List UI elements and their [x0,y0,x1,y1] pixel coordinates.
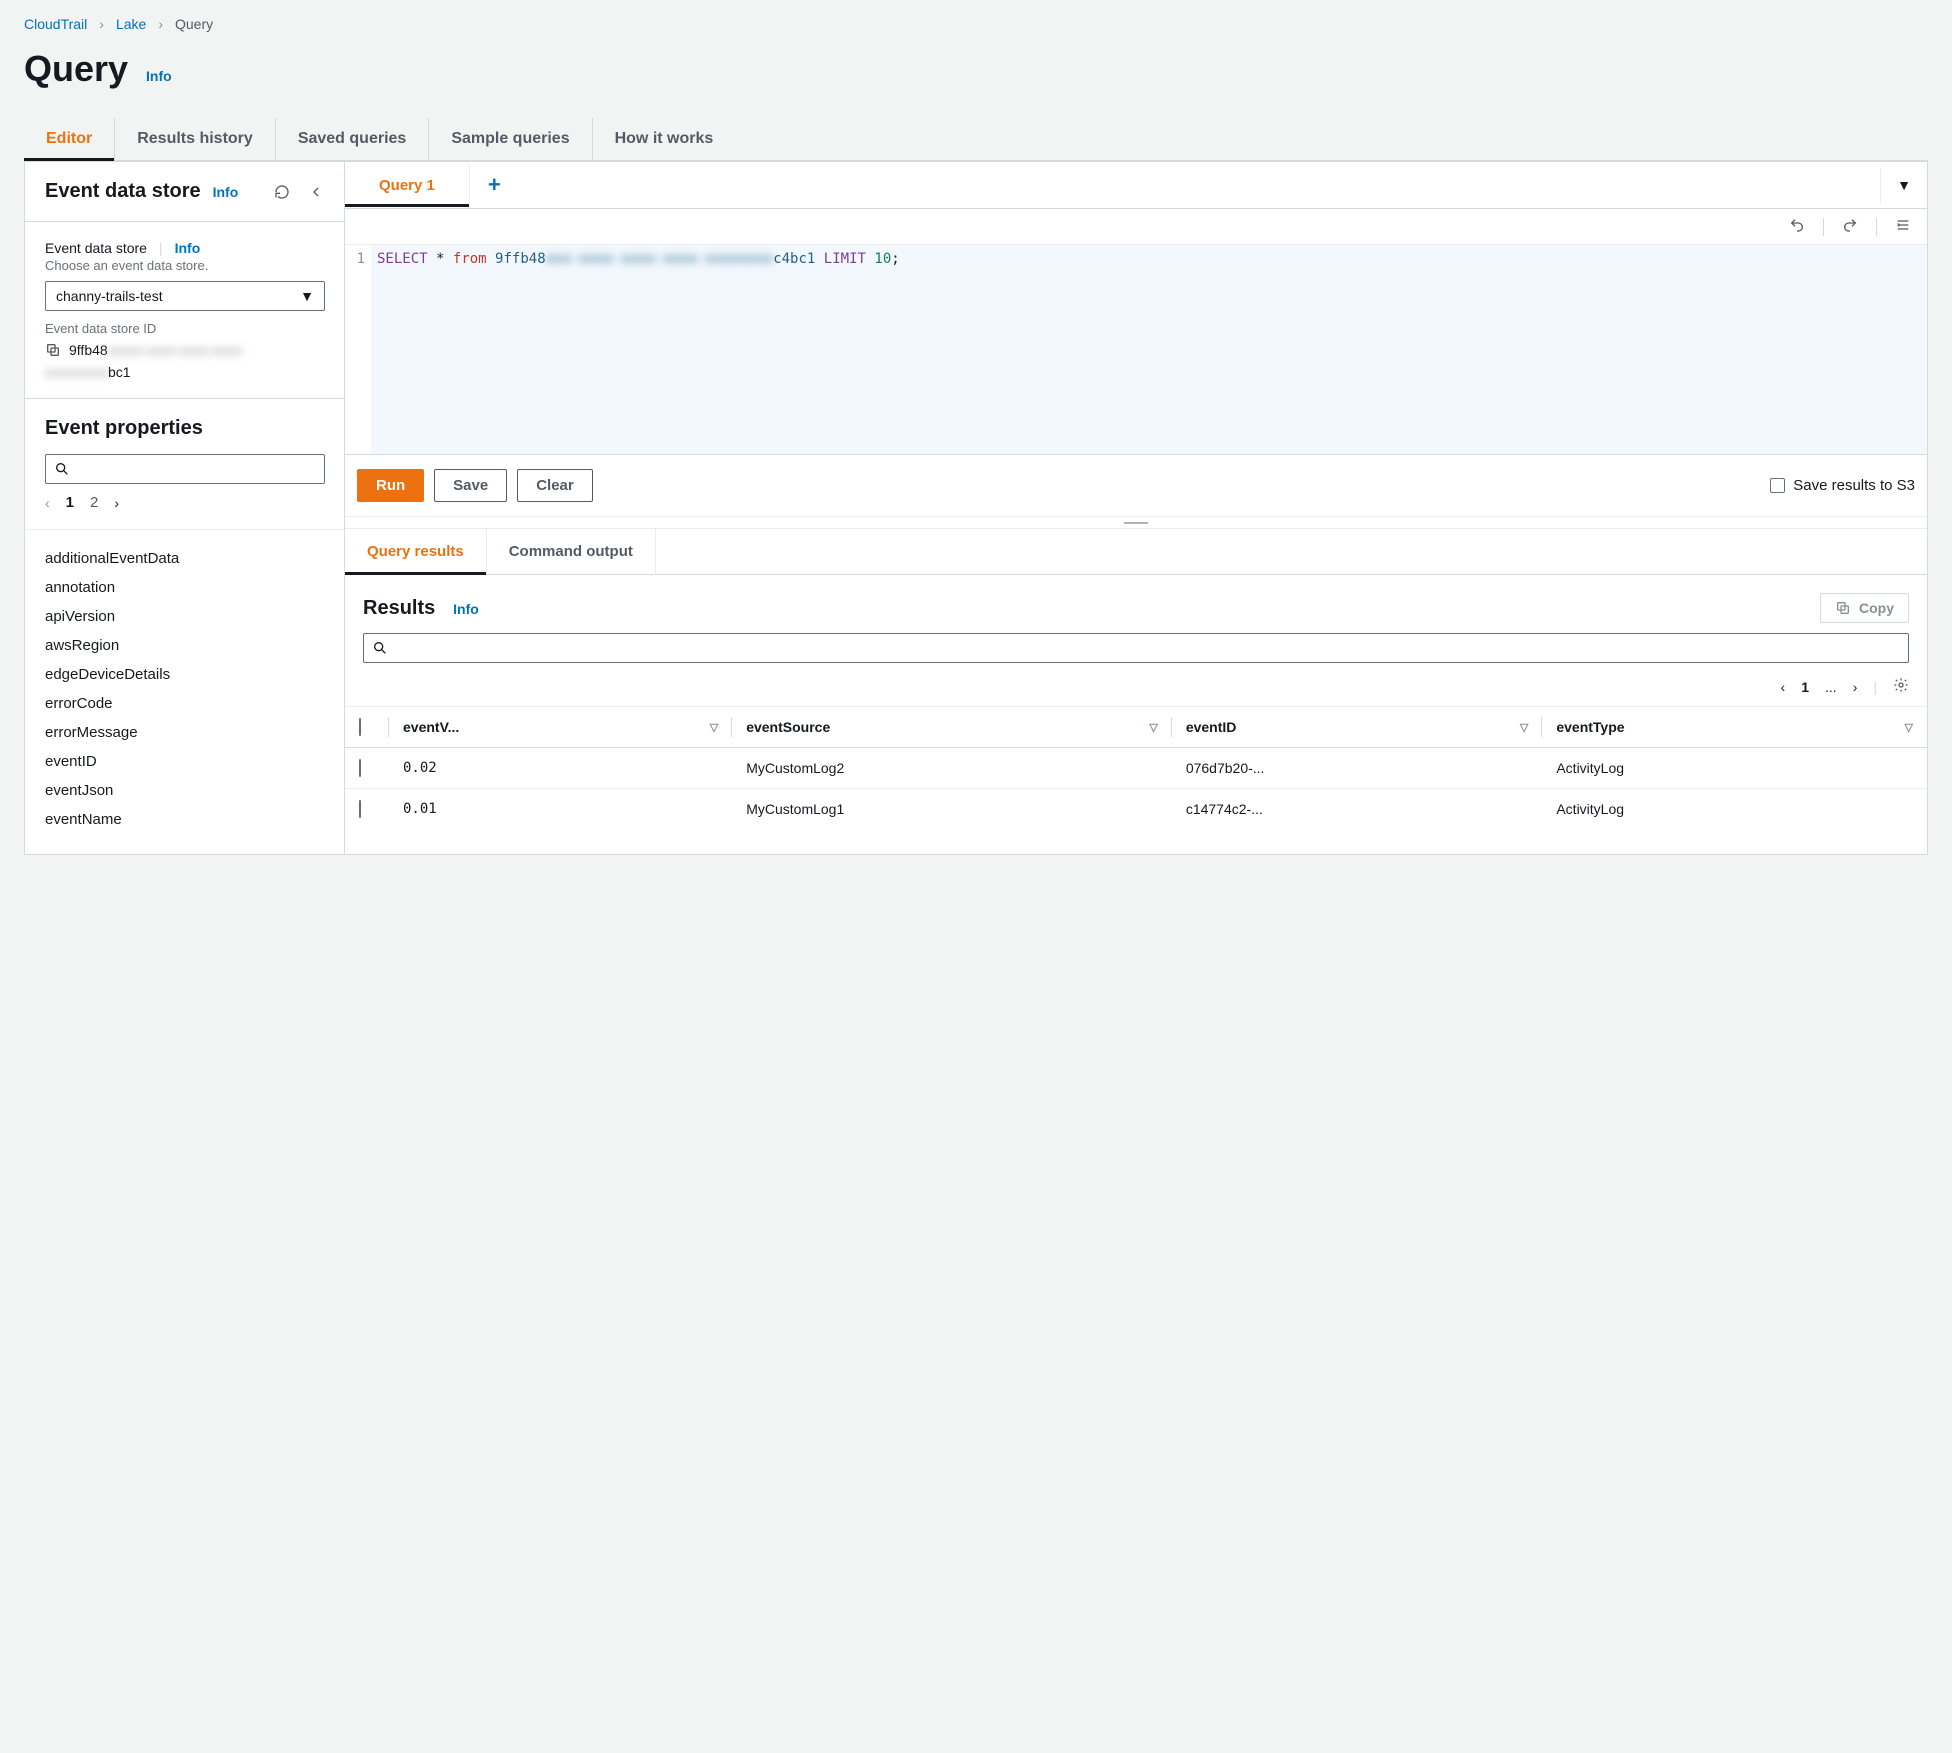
eds-select-value: channy-trails-test [56,288,163,304]
results-info-link[interactable]: Info [453,601,479,617]
cell-eventtype: ActivityLog [1542,789,1927,830]
col-eventsource[interactable]: eventSource [746,719,830,735]
prop-item[interactable]: apiVersion [45,602,324,631]
props-page-1[interactable]: 1 [66,494,74,511]
cell-eventsource: MyCustomLog1 [732,789,1172,830]
info-link[interactable]: Info [146,68,172,84]
eds-field-info[interactable]: Info [175,240,201,256]
save-s3-label: Save results to S3 [1793,477,1915,494]
clear-button[interactable]: Clear [517,469,593,502]
line-number: 1 [345,245,371,454]
collapse-all-icon[interactable]: ▼ [1880,167,1927,203]
props-list: additionalEventData annotation apiVersio… [25,529,344,854]
sql-line[interactable]: SELECT * from 9ffb48xxx-xxxx-xxxx-xxxx-x… [371,245,1927,454]
refresh-icon[interactable] [274,184,290,200]
prop-item[interactable]: awsRegion [45,631,324,660]
props-title: Event properties [45,417,324,440]
breadcrumb-current: Query [175,16,213,32]
tab-editor[interactable]: Editor [24,118,115,160]
sort-icon[interactable]: ▽ [1149,721,1157,734]
eds-id-value-line2: xxxxxxxxxbc1 [45,364,131,380]
prop-item[interactable]: edgeDeviceDetails [45,660,324,689]
breadcrumb-cloudtrail[interactable]: CloudTrail [24,16,87,32]
props-search[interactable] [45,454,325,484]
prop-item[interactable]: eventName [45,805,324,834]
eds-id-label: Event data store ID [45,321,324,336]
collapse-left-icon[interactable] [308,184,324,200]
breadcrumb: CloudTrail › Lake › Query [24,16,1928,32]
props-page-2[interactable]: 2 [90,494,98,511]
cell-eventid: c14774c2-... [1172,789,1543,830]
add-query-tab[interactable]: + [470,162,519,208]
top-tabs: Editor Results history Saved queries Sam… [24,118,1928,161]
eds-select[interactable]: channy-trails-test ▼ [45,281,325,311]
search-icon [54,461,70,477]
sql-editor[interactable]: 1 SELECT * from 9ffb48xxx-xxxx-xxxx-xxxx… [345,245,1927,455]
copy-button[interactable]: Copy [1820,593,1909,623]
props-search-input[interactable] [78,461,316,477]
search-icon [372,640,388,656]
results-table: eventV... ▽ eventSource ▽ eventID ▽ eventTy… [345,706,1927,829]
prop-item[interactable]: annotation [45,573,324,602]
row-checkbox[interactable] [359,800,361,818]
breadcrumb-lake[interactable]: Lake [116,16,146,32]
cell-eventtype: ActivityLog [1542,748,1927,789]
cell-eventid: 076d7b20-... [1172,748,1543,789]
format-indent-icon[interactable] [1895,217,1911,236]
chevron-right-icon: › [99,16,104,32]
tab-command-output[interactable]: Command output [487,529,656,574]
select-all-checkbox[interactable] [359,718,361,736]
col-eventid[interactable]: eventID [1186,719,1237,735]
prop-item[interactable]: eventJson [45,776,324,805]
col-eventtype[interactable]: eventType [1556,719,1624,735]
tab-sample-queries[interactable]: Sample queries [429,118,592,160]
tab-results-history[interactable]: Results history [115,118,276,160]
sort-icon[interactable]: ▽ [1905,721,1913,734]
copy-icon [1835,600,1851,616]
sort-icon[interactable]: ▽ [710,721,718,734]
page-title: Query [24,48,128,90]
prop-item[interactable]: eventID [45,747,324,776]
resize-handle[interactable] [345,517,1927,529]
col-eventversion[interactable]: eventV... [403,719,459,735]
cell-eventversion: 0.02 [389,748,732,789]
gear-icon[interactable] [1893,677,1909,696]
prop-item[interactable]: errorCode [45,689,324,718]
sort-icon[interactable]: ▽ [1520,721,1528,734]
results-search[interactable] [363,633,1909,663]
eds-info-link[interactable]: Info [213,184,239,200]
results-page: 1 [1801,679,1809,695]
eds-field-desc: Choose an event data store. [45,258,324,273]
tab-query-results[interactable]: Query results [345,529,487,574]
results-next-icon[interactable]: › [1853,679,1858,695]
run-button[interactable]: Run [357,469,424,502]
save-s3-checkbox[interactable] [1770,478,1785,493]
results-search-input[interactable] [396,640,1900,656]
cell-eventversion: 0.01 [389,789,732,830]
results-title: Results [363,597,435,619]
props-prev-icon[interactable]: ‹ [45,495,50,511]
results-ellipsis: ... [1825,679,1837,695]
prop-item[interactable]: errorMessage [45,718,324,747]
save-button[interactable]: Save [434,469,507,502]
results-prev-icon[interactable]: ‹ [1781,679,1786,695]
eds-id-value: 9ffb48xxxxx-xxxx-xxxx-xxxx- [69,342,245,358]
prop-item[interactable]: additionalEventData [45,544,324,573]
eds-field-label: Event data store [45,240,147,256]
copy-icon[interactable] [45,342,61,358]
tab-saved-queries[interactable]: Saved queries [276,118,430,160]
chevron-right-icon: › [158,16,163,32]
eds-title: Event data store [45,180,201,203]
tab-how-it-works[interactable]: How it works [593,118,736,160]
query-tab-1[interactable]: Query 1 [345,165,470,206]
cell-eventsource: MyCustomLog2 [732,748,1172,789]
props-next-icon[interactable]: › [114,495,119,511]
redo-icon[interactable] [1842,217,1858,236]
row-checkbox[interactable] [359,759,361,777]
undo-icon[interactable] [1789,217,1805,236]
table-row[interactable]: 0.01 MyCustomLog1 c14774c2-... ActivityL… [345,789,1927,830]
table-row[interactable]: 0.02 MyCustomLog2 076d7b20-... ActivityL… [345,748,1927,789]
caret-down-icon: ▼ [300,288,314,304]
